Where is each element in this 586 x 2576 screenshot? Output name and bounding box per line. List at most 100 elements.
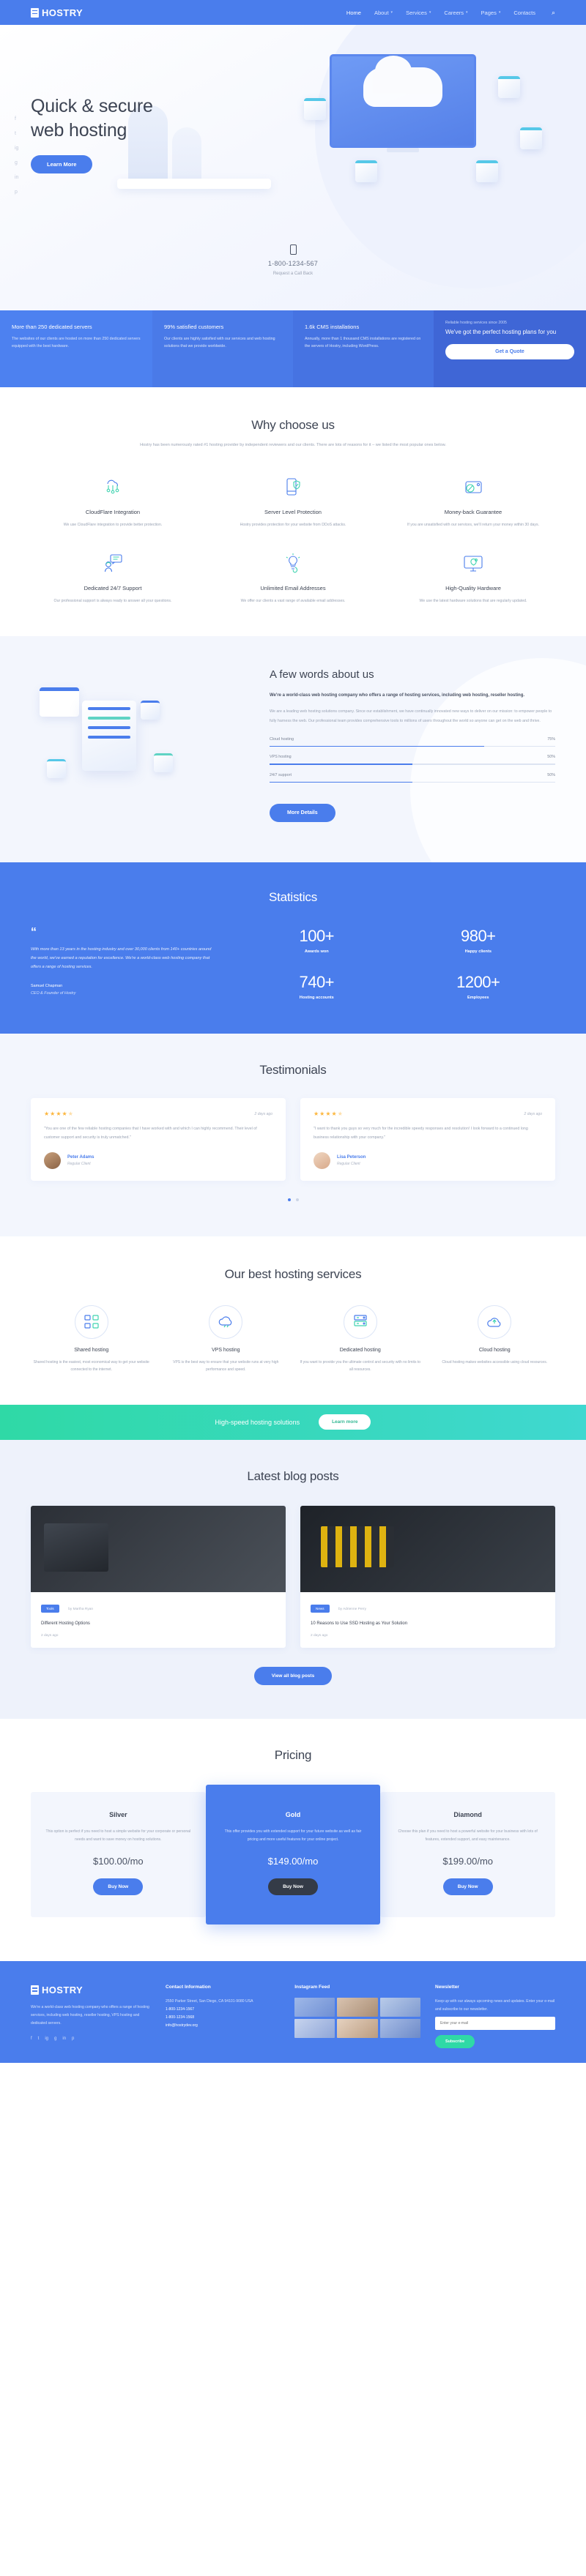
bar-value: 75% — [547, 736, 555, 742]
buy-now-button[interactable]: Buy Now — [268, 1878, 318, 1896]
newsletter-text: Keep up with our always upcoming news an… — [435, 1999, 555, 2012]
why-text: If you are unsatisfied with our services… — [407, 522, 540, 527]
quote-text: With more than 13 years in the hosting i… — [31, 947, 212, 969]
quote-author: Samuel Chapman — [31, 983, 63, 988]
instagram-thumb[interactable] — [337, 2019, 378, 2039]
chevron-down-icon: ▾ — [466, 10, 468, 15]
instagram-thumb[interactable] — [294, 1998, 335, 2017]
testimonial-name[interactable]: Peter Adams — [67, 1155, 94, 1160]
learn-more-button[interactable]: Learn More — [31, 155, 93, 173]
hero-title-line-1: Quick & secure — [31, 96, 153, 116]
cloudflare-icon — [100, 475, 125, 500]
skill-bars: Cloud hosting 75% VPS hosting 50% 24/7 s… — [270, 737, 555, 783]
carousel-dot[interactable] — [287, 1198, 291, 1202]
service-cloud-hosting: Cloud hosting Cloud hosting makes websit… — [434, 1305, 556, 1374]
nav-item-careers[interactable]: Careers ▾ — [444, 10, 467, 16]
footer-logo[interactable]: HOSTRY — [31, 1985, 151, 1996]
blog-date: 2 days ago — [311, 1634, 328, 1638]
facebook-icon[interactable]: f — [15, 116, 18, 122]
nav-label: Services — [406, 9, 427, 16]
plan-name: Gold — [285, 1811, 301, 1819]
blog-row: Tools by Martha Ryan Different Hosting O… — [31, 1505, 555, 1649]
social-links-sidebar: f t ig g in p — [15, 116, 18, 195]
instagram-icon[interactable]: ig — [15, 146, 18, 151]
services-grid: Shared hosting Shared hosting is the eas… — [31, 1305, 555, 1374]
search-icon[interactable]: ⌕ — [552, 9, 555, 17]
instagram-thumb[interactable] — [379, 2019, 420, 2039]
instagram-thumb[interactable] — [379, 1998, 420, 2017]
bar-track — [270, 764, 555, 765]
testimonials-row: ★★★★★ 2 days ago "You are one of the few… — [31, 1098, 555, 1181]
feature-servers: More than 250 dedicated servers The webs… — [0, 310, 152, 387]
view-all-blog-posts-button[interactable]: View all blog posts — [253, 1667, 333, 1686]
blog-title[interactable]: 10 Reasons to Use SSD Hosting as Your So… — [311, 1620, 545, 1628]
blog-author: by Adrienne Perry — [338, 1607, 367, 1611]
about-title: A few words about us — [270, 668, 374, 681]
section-subtitle: Hostry has been numerously rated #1 host… — [140, 443, 446, 447]
buy-now-button[interactable]: Buy Now — [442, 1878, 493, 1896]
monitor-icon — [461, 551, 486, 576]
footer-email[interactable]: info@hostrydev.org — [166, 2022, 280, 2030]
more-details-button[interactable]: More Details — [270, 804, 335, 823]
google-icon[interactable]: g — [54, 2036, 56, 2041]
twitter-icon[interactable]: t — [15, 131, 18, 136]
cta-learn-more-button[interactable]: Learn more — [319, 1414, 371, 1430]
testimonial-name[interactable]: Lisa Peterson — [337, 1155, 366, 1160]
pinterest-icon[interactable]: p — [15, 190, 18, 195]
nav-item-services[interactable]: Services ▾ — [406, 10, 431, 16]
blog-tag[interactable]: Tools — [41, 1604, 59, 1613]
instagram-grid — [294, 1998, 420, 2039]
footer-phone-2[interactable]: 1-800-1234-1568 — [166, 2014, 280, 2022]
twitter-icon[interactable]: t — [38, 2036, 40, 2041]
blog-title[interactable]: Different Hosting Options — [41, 1620, 275, 1628]
feature-customers: 99% satisfied customers Our clients are … — [152, 310, 293, 387]
linkedin-icon[interactable]: in — [62, 2036, 66, 2041]
carousel-dot[interactable] — [295, 1198, 299, 1202]
instagram-thumb[interactable] — [294, 2019, 335, 2039]
plan-description: This option is perfect if you need to ho… — [45, 1829, 191, 1842]
stat-number: 740+ — [299, 973, 335, 992]
stat-number: 100+ — [299, 927, 335, 946]
stat-label: Happy clients — [464, 949, 492, 955]
blog-tag[interactable]: News — [311, 1604, 330, 1613]
request-callback-link[interactable]: Request a Call Back — [0, 272, 586, 276]
nav-item-home[interactable]: Home — [346, 10, 361, 16]
site-footer: HOSTRY We're a world-class web hosting c… — [0, 1961, 586, 2063]
why-item-cloudflare: CloudFlare Integration We use CloudFlare… — [31, 475, 195, 529]
nav-item-contacts[interactable]: Contacts — [513, 10, 535, 16]
buy-now-button[interactable]: Buy Now — [93, 1878, 144, 1896]
instagram-thumb[interactable] — [337, 1998, 378, 2017]
instagram-icon[interactable]: ig — [45, 2036, 48, 2041]
service-title: Dedicated hosting — [339, 1348, 381, 1354]
why-item-hardware: High-Quality Hardware We use the latest … — [391, 551, 555, 605]
testimonial-quote: "You are one of the few reliable hosting… — [44, 1127, 257, 1140]
site-logo[interactable]: HOSTRY — [31, 7, 83, 18]
pinterest-icon[interactable]: p — [72, 2036, 74, 2041]
footer-phone-1[interactable]: 1-800-1234-1567 — [166, 2006, 280, 2014]
hero-title: Quick & secure web hosting — [31, 94, 586, 142]
about-row: A few words about us We're a world-class… — [31, 665, 555, 823]
bar-track — [270, 745, 555, 747]
nav-item-about[interactable]: About ▾ — [374, 10, 393, 16]
rack-slot — [88, 725, 130, 729]
hero-phone-number[interactable]: 1-800-1234-567 — [0, 260, 586, 267]
google-icon[interactable]: g — [15, 160, 18, 165]
get-a-quote-button[interactable]: Get a Quote — [445, 343, 574, 359]
about-section: A few words about us We're a world-class… — [0, 635, 586, 863]
footer-heading: Contact Information — [166, 1985, 211, 1990]
subscribe-button[interactable]: Subscribe — [435, 2034, 475, 2048]
wallet-icon — [461, 475, 486, 500]
nav-item-pages[interactable]: Pages ▾ — [481, 10, 501, 16]
stat-label: Awards won — [304, 949, 329, 955]
blog-card[interactable]: Tools by Martha Ryan Different Hosting O… — [31, 1505, 286, 1649]
about-cube — [47, 758, 66, 778]
why-title: Money-back Guarantee — [444, 508, 502, 515]
linkedin-icon[interactable]: in — [15, 175, 18, 180]
blog-card[interactable]: News by Adrienne Perry 10 Reasons to Use… — [300, 1505, 555, 1649]
facebook-icon[interactable]: f — [31, 2036, 32, 2041]
testimonial-card: ★★★★★ 2 days ago "I want to thank you gu… — [300, 1098, 555, 1181]
newsletter-email-input[interactable] — [435, 2016, 555, 2030]
stat-clients: 980+ Happy clients — [401, 927, 556, 954]
bar-fill — [270, 764, 412, 765]
blog-section: Latest blog posts Tools by Martha Ryan D… — [0, 1439, 586, 1720]
